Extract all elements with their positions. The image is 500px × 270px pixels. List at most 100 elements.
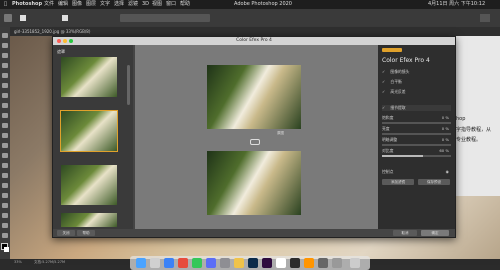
lasso-icon[interactable] <box>2 53 8 58</box>
brightness-slider[interactable] <box>382 133 451 135</box>
saturation-slider[interactable] <box>382 122 451 124</box>
eyedropper-icon[interactable] <box>2 93 8 98</box>
move-icon[interactable] <box>2 33 8 38</box>
presets-header: 遮罩 <box>57 49 65 54</box>
apple-icon[interactable]:  <box>4 0 7 9</box>
presets-scrollbar[interactable] <box>127 65 130 105</box>
shape-icon[interactable] <box>2 213 8 218</box>
menu-window[interactable]: 窗口 <box>166 0 176 9</box>
wechat-icon[interactable] <box>192 258 202 268</box>
menu-select[interactable]: 选择 <box>114 0 124 9</box>
search-icon[interactable] <box>480 14 490 22</box>
stamp-icon[interactable] <box>2 123 8 128</box>
zoom-level: 33% <box>14 260 22 264</box>
safari-icon[interactable] <box>164 258 174 268</box>
folder-icon[interactable] <box>332 258 342 268</box>
close-button[interactable]: 关闭 <box>57 230 75 236</box>
marquee-icon[interactable] <box>2 43 8 48</box>
quick-select-icon[interactable] <box>2 63 8 68</box>
filter-item[interactable]: ✓ 高光反差 <box>382 89 451 95</box>
photoshop-icon[interactable] <box>248 258 258 268</box>
text-icon[interactable] <box>2 193 8 198</box>
trash-icon[interactable] <box>350 258 360 268</box>
brand-badge <box>382 48 402 52</box>
filter-item[interactable]: ✓ 白平衡 <box>382 79 451 85</box>
preset-thumbnail[interactable] <box>61 213 117 227</box>
add-control-point-icon[interactable]: ◉ <box>446 169 449 175</box>
preset-thumbnail-selected[interactable] <box>60 110 118 152</box>
save-preset-button[interactable]: 保存预设 <box>418 179 450 185</box>
close-window-icon[interactable] <box>57 39 61 43</box>
menu-filter[interactable]: 滤镜 <box>128 0 138 9</box>
control-point-row: 控制点 ◉ <box>382 169 449 175</box>
color-efex-dialog: Color Efex Pro 4 遮罩 原图 Color Efex Pro 4 … <box>52 36 456 238</box>
terminal-icon[interactable] <box>290 258 300 268</box>
tone-slider[interactable] <box>382 144 451 146</box>
preset-thumbnail[interactable] <box>61 57 117 97</box>
blur-icon[interactable] <box>2 163 8 168</box>
preview-pane: 原图 <box>135 45 378 229</box>
gradient-icon[interactable] <box>2 153 8 158</box>
preview-caption-top: 原图 <box>277 131 284 135</box>
menu-file[interactable]: 文件 <box>44 0 54 9</box>
launchpad-icon[interactable] <box>150 258 160 268</box>
zoom-window-icon[interactable] <box>69 39 73 43</box>
preview-image-effect <box>207 151 301 215</box>
menu-image[interactable]: 图像 <box>72 0 82 9</box>
app-name[interactable]: Photoshop <box>12 0 42 9</box>
menu-3d[interactable]: 3D <box>142 0 149 9</box>
checkbox-icon[interactable]: ✓ <box>382 69 385 74</box>
frame-icon[interactable] <box>2 83 8 88</box>
contrast-slider-fill <box>382 155 424 157</box>
checkbox-icon[interactable]: ✓ <box>382 105 385 110</box>
help-button[interactable]: 帮助 <box>77 230 95 236</box>
healing-icon[interactable] <box>2 103 8 108</box>
cancel-button[interactable]: 取消 <box>393 230 417 236</box>
document-tab[interactable]: girl-3351852_1920.jpg @ 33%(RGB/8) <box>14 27 90 36</box>
menu-edit[interactable]: 编辑 <box>58 0 68 9</box>
menu-view[interactable]: 视图 <box>152 0 162 9</box>
finder-icon[interactable] <box>136 258 146 268</box>
downloads-icon[interactable] <box>318 258 328 268</box>
checkbox-show-transform[interactable] <box>62 15 68 21</box>
param-row: 明暗调整 0 % <box>382 137 449 142</box>
brush-icon[interactable] <box>2 113 8 118</box>
move-tool-icon[interactable] <box>4 14 12 22</box>
notes-icon[interactable] <box>276 258 286 268</box>
ok-button[interactable]: 确定 <box>421 230 449 236</box>
filter-item-active[interactable]: ✓ 细节提取 <box>382 105 451 111</box>
menu-layer[interactable]: 图层 <box>86 0 96 9</box>
panel-text-1: hop <box>456 116 466 122</box>
clock: 4月11日 周六 下午10:12 <box>428 1 486 7</box>
zoom-icon[interactable] <box>2 233 8 238</box>
checkbox-icon[interactable]: ✓ <box>382 79 385 84</box>
crop-icon[interactable] <box>2 73 8 78</box>
param-row: 饱和度 0 % <box>382 115 449 120</box>
path-select-icon[interactable] <box>2 203 8 208</box>
filters-title: Color Efex Pro 4 <box>382 57 430 64</box>
hand-icon[interactable] <box>2 223 8 228</box>
preferences-icon[interactable] <box>220 258 230 268</box>
checkbox-icon[interactable]: ✓ <box>382 89 385 94</box>
menu-help[interactable]: 帮助 <box>180 0 190 9</box>
menu-type[interactable]: 文字 <box>100 0 110 9</box>
browser-icon[interactable] <box>206 258 216 268</box>
preset-thumbnail[interactable] <box>61 165 117 205</box>
contrast-slider[interactable] <box>382 155 451 157</box>
pen-icon[interactable] <box>2 183 8 188</box>
align-icons-group[interactable] <box>120 14 210 22</box>
param-row: 亮度 0 % <box>382 126 449 131</box>
compare-toggle-icon[interactable] <box>250 139 260 145</box>
premiere-icon[interactable] <box>262 258 272 268</box>
minimize-window-icon[interactable] <box>63 39 67 43</box>
chrome-icon[interactable] <box>178 258 188 268</box>
app-icon[interactable] <box>304 258 314 268</box>
photos-icon[interactable] <box>234 258 244 268</box>
add-filter-button[interactable]: 添加滤镜 <box>382 179 414 185</box>
filter-item[interactable]: ✓ 图像的镜头 <box>382 69 451 75</box>
background-color-swatch[interactable] <box>4 247 9 252</box>
dodge-icon[interactable] <box>2 173 8 178</box>
checkbox-auto-select[interactable] <box>20 15 26 21</box>
eraser-icon[interactable] <box>2 143 8 148</box>
history-brush-icon[interactable] <box>2 133 8 138</box>
